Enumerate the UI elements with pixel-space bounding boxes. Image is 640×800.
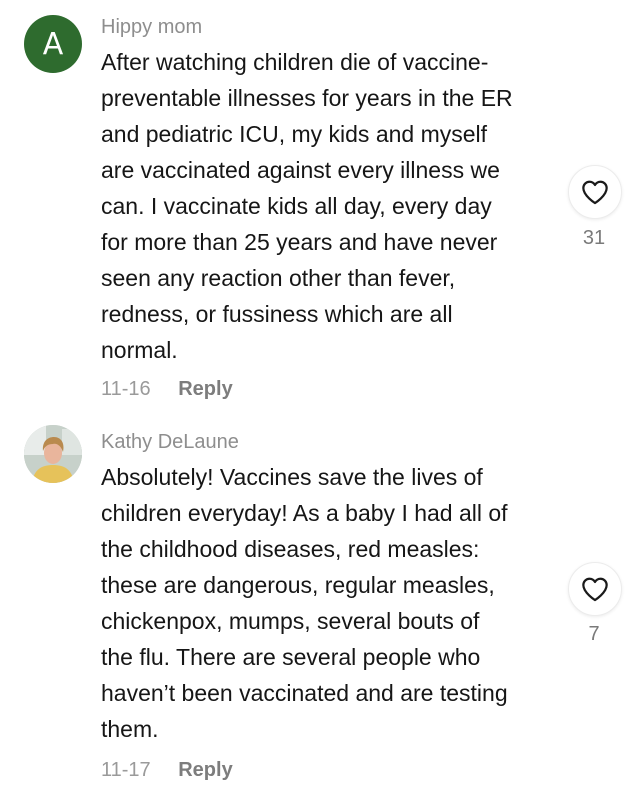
comment-author[interactable]: Kathy DeLaune <box>101 431 239 454</box>
comment-text-line: seen any reaction other than fever, <box>101 265 456 291</box>
comment-text-line: them. <box>101 716 159 742</box>
like-count: 7 <box>588 623 600 645</box>
comment-meta: 11-16 Reply <box>101 378 233 401</box>
comment-text-line: are vaccinated against every illness we <box>101 157 500 183</box>
comment-text-line: the flu. There are several people who <box>101 644 481 670</box>
like-button[interactable] <box>568 165 622 219</box>
comment-text-line: and pediatric ICU, my kids and myself <box>101 121 488 147</box>
comment-text-line: Absolutely! Vaccines save the lives of <box>101 464 483 490</box>
avatar-initial: A <box>42 26 64 62</box>
avatar-photo-image <box>24 425 82 483</box>
heart-outline-icon <box>582 180 608 205</box>
like-count: 31 <box>582 227 606 249</box>
comment-item: Kathy DeLaune Absolutely! Vaccines save … <box>0 420 640 800</box>
reply-button[interactable]: Reply <box>178 759 232 781</box>
comment-text-line: children everyday! As a baby I had all o… <box>101 500 508 526</box>
comment-text-line: normal. <box>101 337 178 363</box>
comment-meta: 11-17 Reply <box>101 759 233 782</box>
heart-outline-icon <box>582 577 608 602</box>
comment-text-line: chickenpox, mumps, several bouts of <box>101 608 480 634</box>
comment-body: After watching children die of vaccine- … <box>101 44 546 368</box>
comment-text-line: haven’t been vaccinated and are testing <box>101 680 508 706</box>
comment-text-line: these are dangerous, regular measles, <box>101 572 495 598</box>
comment-date: 11-16 <box>101 378 151 400</box>
comment-text-line: the childhood diseases, red measles: <box>101 536 480 562</box>
like-button[interactable] <box>568 562 622 616</box>
comment-text-line: redness, or fussiness which are all <box>101 301 453 327</box>
comment-text-line: After watching children die of vaccine- <box>101 49 489 75</box>
comment-body: Absolutely! Vaccines save the lives of c… <box>101 459 546 747</box>
reply-button[interactable]: Reply <box>178 378 232 400</box>
comment-author[interactable]: Hippy mom <box>101 16 202 39</box>
user-avatar[interactable] <box>24 425 82 483</box>
comment-text-line: can. I vaccinate kids all day, every day <box>101 193 492 219</box>
comment-item: A Hippy mom After watching children die … <box>0 0 640 420</box>
comment-text-line: preventable illnesses for years in the E… <box>101 85 513 111</box>
user-avatar[interactable]: A <box>24 15 82 73</box>
comment-text-line: for more than 25 years and have never <box>101 229 498 255</box>
comment-date: 11-17 <box>101 759 151 781</box>
